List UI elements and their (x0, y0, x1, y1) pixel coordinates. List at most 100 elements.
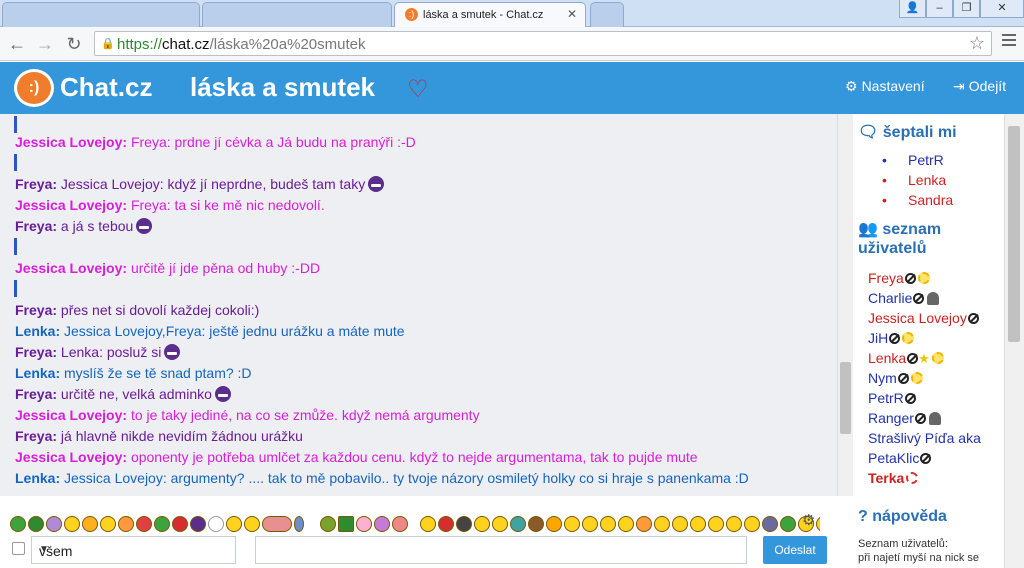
smiley-icon[interactable] (172, 516, 188, 532)
close-tab-icon[interactable]: ✕ (567, 7, 577, 21)
smiley-icon[interactable] (262, 516, 292, 532)
user-item[interactable]: PetaKlic (868, 450, 932, 466)
help-heading[interactable]: ? nápověda (858, 508, 947, 526)
smiley-icon[interactable] (356, 516, 372, 532)
bookmark-star-icon[interactable]: ☆ (969, 33, 985, 54)
smiley-icon[interactable] (726, 516, 742, 532)
smiley-icon[interactable] (816, 516, 820, 532)
smiley-icon[interactable] (294, 516, 304, 532)
whisper-item[interactable]: Sandra (882, 192, 953, 208)
smiley-icon[interactable] (392, 516, 408, 532)
logo-text[interactable]: Chat.cz (60, 72, 152, 103)
smiley-icon[interactable] (10, 516, 26, 532)
close-window-icon[interactable]: ✕ (980, 0, 1024, 18)
back-icon[interactable]: ← (6, 33, 28, 55)
message-input[interactable] (255, 536, 747, 564)
ban-icon (920, 453, 932, 464)
smiley-icon[interactable] (46, 516, 62, 532)
chat-message: Jessica Lovejoy: to je taky jediné, na c… (15, 407, 480, 423)
smiley-spacer (306, 516, 318, 532)
smiley-icon[interactable] (762, 516, 778, 532)
chat-logo-icon[interactable]: :) (14, 69, 54, 107)
smiley-icon[interactable] (338, 516, 354, 532)
smiley-icon[interactable] (456, 516, 472, 532)
smiley-icon[interactable] (244, 516, 260, 532)
url-input[interactable]: 🔒 https://chat.cz/láska%20a%20smutek ☆ (94, 31, 992, 56)
smiley-icon[interactable] (654, 516, 670, 532)
smiley-bar (10, 516, 820, 532)
smiley-icon[interactable] (744, 516, 760, 532)
address-bar: ← → ↻ 🔒 https://chat.cz/láska%20a%20smut… (0, 27, 1024, 61)
user-item[interactable]: JiH (868, 330, 915, 346)
sidebar-scrollbar-thumb[interactable] (1008, 126, 1020, 342)
browser-tab[interactable] (202, 2, 392, 27)
smiley-icon[interactable] (190, 516, 206, 532)
smiley-icon[interactable] (492, 516, 508, 532)
whisper-item[interactable]: PetrR (882, 152, 944, 168)
chat-message: Jessica Lovejoy: určitě jí jde pěna od h… (15, 260, 321, 276)
smiley-icon[interactable] (118, 516, 134, 532)
smiley-icon[interactable] (618, 516, 634, 532)
user-icon[interactable]: 👤 (899, 0, 926, 18)
smiley-icon[interactable] (474, 516, 490, 532)
smiley-icon[interactable] (564, 516, 580, 532)
smiley-icon[interactable] (510, 516, 526, 532)
smiley-icon[interactable] (320, 516, 336, 532)
chat-scrollbar[interactable] (837, 114, 853, 496)
user-item[interactable]: Jessica Lovejoy (868, 310, 979, 326)
browser-tab[interactable] (2, 2, 200, 27)
smiley-icon[interactable] (208, 516, 224, 532)
forward-icon[interactable]: → (34, 33, 56, 55)
new-tab-button[interactable] (590, 2, 624, 27)
smiley-icon[interactable] (28, 516, 44, 532)
smiley-icon[interactable] (528, 516, 544, 532)
private-checkbox[interactable] (12, 542, 25, 555)
browser-tab-active[interactable]: :) láska a smutek - Chat.cz ✕ (394, 2, 586, 27)
logout-button[interactable]: ⇥ Odejít (953, 78, 1006, 95)
user-item[interactable]: Charlie (868, 290, 940, 306)
restore-icon[interactable]: ❐ (953, 0, 980, 18)
chat-message: Freya: přes net si dovolí každej cokoli:… (15, 302, 260, 318)
recipient-select[interactable]: všem ▼ (31, 536, 236, 564)
smiley-icon[interactable] (600, 516, 616, 532)
minimize-icon[interactable]: – (926, 0, 953, 18)
browser-menu-icon[interactable] (1002, 34, 1016, 49)
gear-icon[interactable]: ⚙ (802, 511, 815, 529)
user-item[interactable]: Terka (868, 470, 919, 486)
smiley-icon[interactable] (582, 516, 598, 532)
user-item[interactable]: Lenka ★ (868, 350, 944, 367)
smiley-icon[interactable] (546, 516, 562, 532)
smiley-icon[interactable] (136, 516, 152, 532)
smiley-icon[interactable] (226, 516, 242, 532)
settings-button[interactable]: ⚙ Nastavení (845, 78, 925, 95)
chat-scrollbar-thumb[interactable] (840, 362, 851, 434)
smiley-icon[interactable] (82, 516, 98, 532)
smiley-icon[interactable] (690, 516, 706, 532)
user-item[interactable]: Ranger (868, 410, 941, 426)
room-title: láska a smutek (190, 72, 376, 102)
ban-icon (904, 273, 916, 284)
heart-icon[interactable]: ♡ (407, 75, 429, 104)
help-text: při najetí myší na nick se (858, 552, 980, 564)
whisper-item[interactable]: Lenka (882, 172, 946, 188)
send-button[interactable]: Odeslat (763, 536, 827, 564)
smiley-icon[interactable] (780, 516, 796, 532)
logout-icon: ⇥ (953, 78, 965, 94)
whispers-heading[interactable]: 🗨 šeptali mi (858, 122, 957, 142)
smiley-icon[interactable] (708, 516, 724, 532)
reload-icon[interactable]: ↻ (63, 33, 85, 55)
user-item[interactable]: Strašlivý Píďa aka (868, 430, 981, 446)
user-item[interactable]: Nym (868, 370, 923, 386)
smiley-icon[interactable] (438, 516, 454, 532)
user-item[interactable]: PetrR (868, 390, 916, 406)
smiley-icon[interactable] (100, 516, 116, 532)
smiley-icon[interactable] (64, 516, 80, 532)
sidebar-scrollbar[interactable] (1004, 114, 1024, 568)
smiley-icon[interactable] (154, 516, 170, 532)
user-item[interactable]: Freya (868, 270, 930, 286)
smiley-icon[interactable] (636, 516, 652, 532)
chevron-down-icon: ▼ (39, 544, 49, 555)
smiley-icon[interactable] (672, 516, 688, 532)
smiley-icon[interactable] (420, 516, 436, 532)
smiley-icon[interactable] (374, 516, 390, 532)
